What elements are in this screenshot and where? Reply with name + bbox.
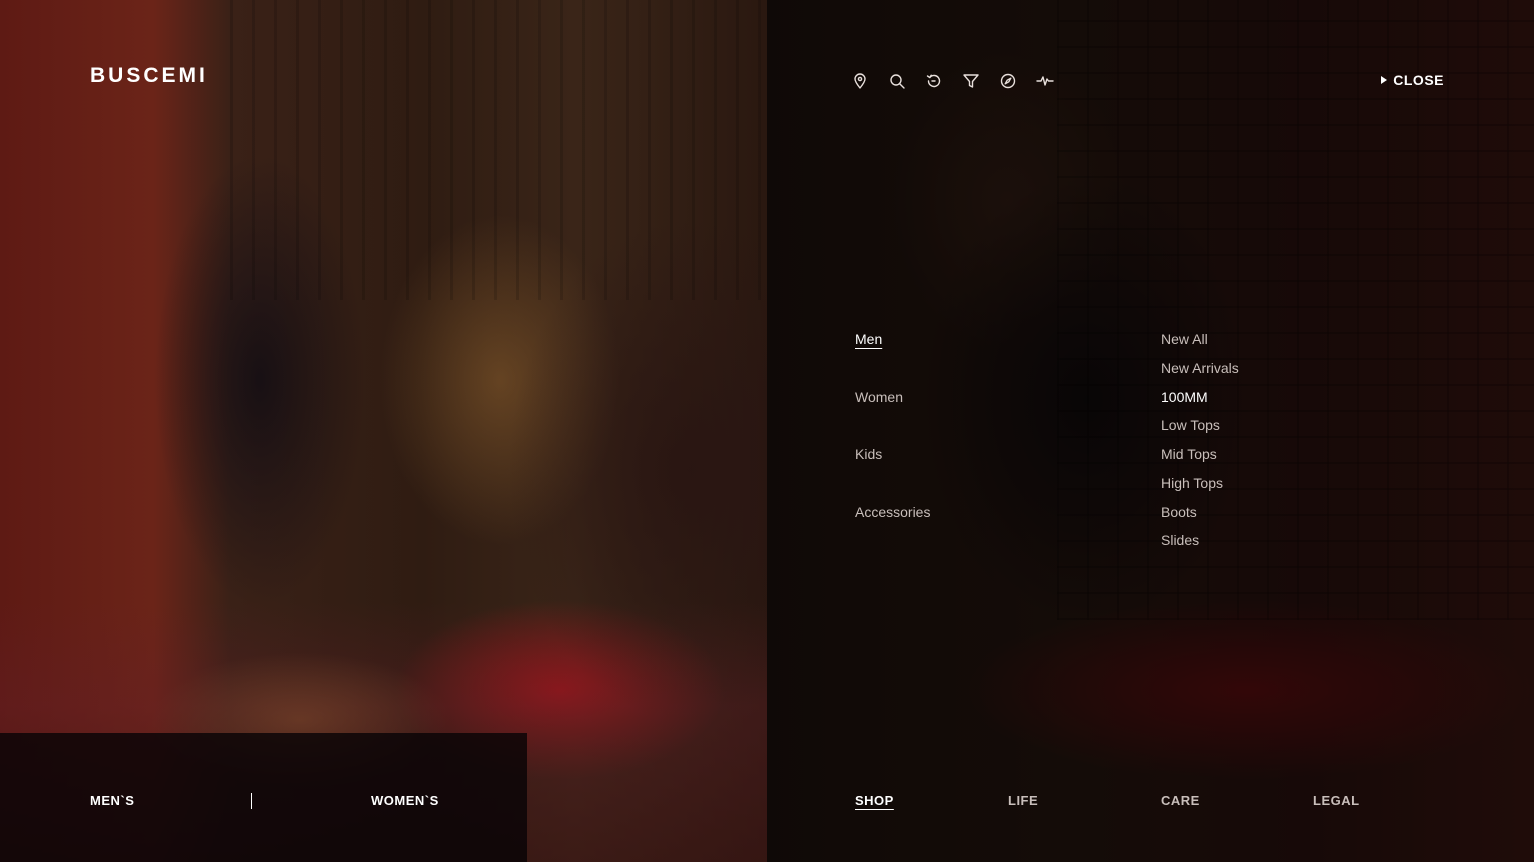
close-label: CLOSE <box>1393 72 1444 88</box>
nav-care[interactable]: CARE <box>1161 793 1200 808</box>
womens-link[interactable]: WOMEN`S <box>371 793 439 808</box>
subcategory-boots[interactable]: Boots <box>1161 504 1197 520</box>
category-accessories[interactable]: Accessories <box>855 504 930 520</box>
location-pin-icon[interactable] <box>848 70 872 92</box>
hero-image-right <box>767 0 1534 862</box>
close-menu-button[interactable]: CLOSE <box>1381 72 1444 88</box>
menu-overlay-shade <box>767 0 1534 862</box>
category-men[interactable]: Men <box>855 331 882 347</box>
brand-logo[interactable]: BUSCEMI <box>90 64 208 88</box>
subcategory-mid-tops[interactable]: Mid Tops <box>1161 446 1217 462</box>
subcategory-high-tops[interactable]: High Tops <box>1161 475 1223 491</box>
search-icon[interactable] <box>885 70 909 92</box>
play-triangle-icon <box>1381 76 1388 84</box>
mens-link[interactable]: MEN`S <box>90 793 134 808</box>
subcategory-new-arrivals[interactable]: New Arrivals <box>1161 360 1239 376</box>
top-toolbar <box>848 70 1057 92</box>
wood-panel-texture <box>230 0 767 300</box>
nav-legal[interactable]: LEGAL <box>1313 793 1360 808</box>
category-kids[interactable]: Kids <box>855 446 882 462</box>
subcategory-100mm[interactable]: 100MM <box>1161 389 1208 405</box>
compass-icon[interactable] <box>996 70 1020 92</box>
gender-divider <box>251 793 252 809</box>
nav-shop[interactable]: SHOP <box>855 793 894 808</box>
nav-life[interactable]: LIFE <box>1008 793 1038 808</box>
category-women[interactable]: Women <box>855 389 903 405</box>
subcategory-new-all[interactable]: New All <box>1161 331 1208 347</box>
subcategory-slides[interactable]: Slides <box>1161 532 1199 548</box>
history-icon[interactable] <box>922 70 946 92</box>
gender-switch-bar <box>0 733 527 862</box>
subcategory-low-tops[interactable]: Low Tops <box>1161 417 1220 433</box>
activity-pulse-icon[interactable] <box>1033 70 1057 92</box>
filter-icon[interactable] <box>959 70 983 92</box>
